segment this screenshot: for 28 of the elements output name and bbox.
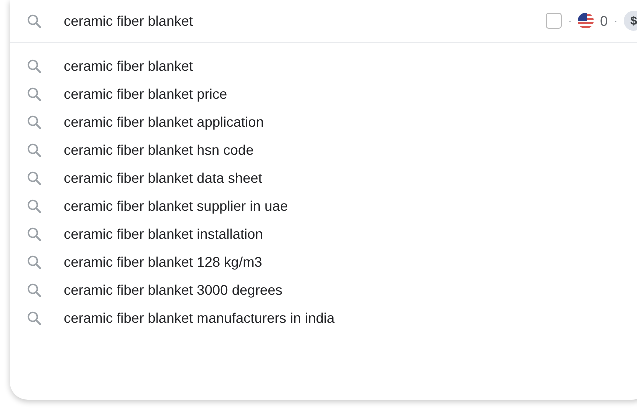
separator: · (614, 14, 618, 28)
suggestion-item[interactable]: ceramic fiber blanket 3000 degrees (64, 282, 283, 298)
suggestion-item[interactable]: ceramic fiber blanket price (64, 86, 228, 102)
currency-badge[interactable]: $ (624, 11, 637, 31)
search-icon (27, 170, 42, 186)
search-field[interactable]: ceramic fiber blanket (64, 13, 364, 29)
separator: · (568, 14, 572, 28)
suggestion-item[interactable]: ceramic fiber blanket 128 kg/m3 (64, 254, 262, 270)
search-icon (27, 226, 42, 242)
search-icon (27, 254, 42, 270)
search-icon (27, 198, 42, 214)
count: 0 (600, 13, 608, 29)
search-icon (27, 310, 42, 326)
search-icon (27, 86, 42, 102)
search-icon (27, 58, 42, 74)
search-icon (27, 14, 42, 28)
suggestion-item[interactable]: ceramic fiber blanket application (64, 114, 264, 130)
search-icon (27, 114, 42, 130)
suggestion-item[interactable]: ceramic fiber blanket supplier in uae (64, 198, 288, 214)
suggestion-item[interactable]: ceramic fiber blanket (64, 58, 194, 74)
suggestion-item[interactable]: ceramic fiber blanket installation (64, 226, 264, 242)
checkbox[interactable] (546, 13, 562, 29)
suggestion-item[interactable]: ceramic fiber blanket data sheet (64, 170, 262, 186)
search-icon (27, 282, 42, 298)
flag-icon (578, 13, 594, 29)
search-icon (27, 142, 42, 158)
suggestion-item[interactable]: ceramic fiber blanket hsn code (64, 142, 254, 158)
suggestion-item[interactable]: ceramic fiber blanket manufacturers in india (64, 310, 335, 326)
